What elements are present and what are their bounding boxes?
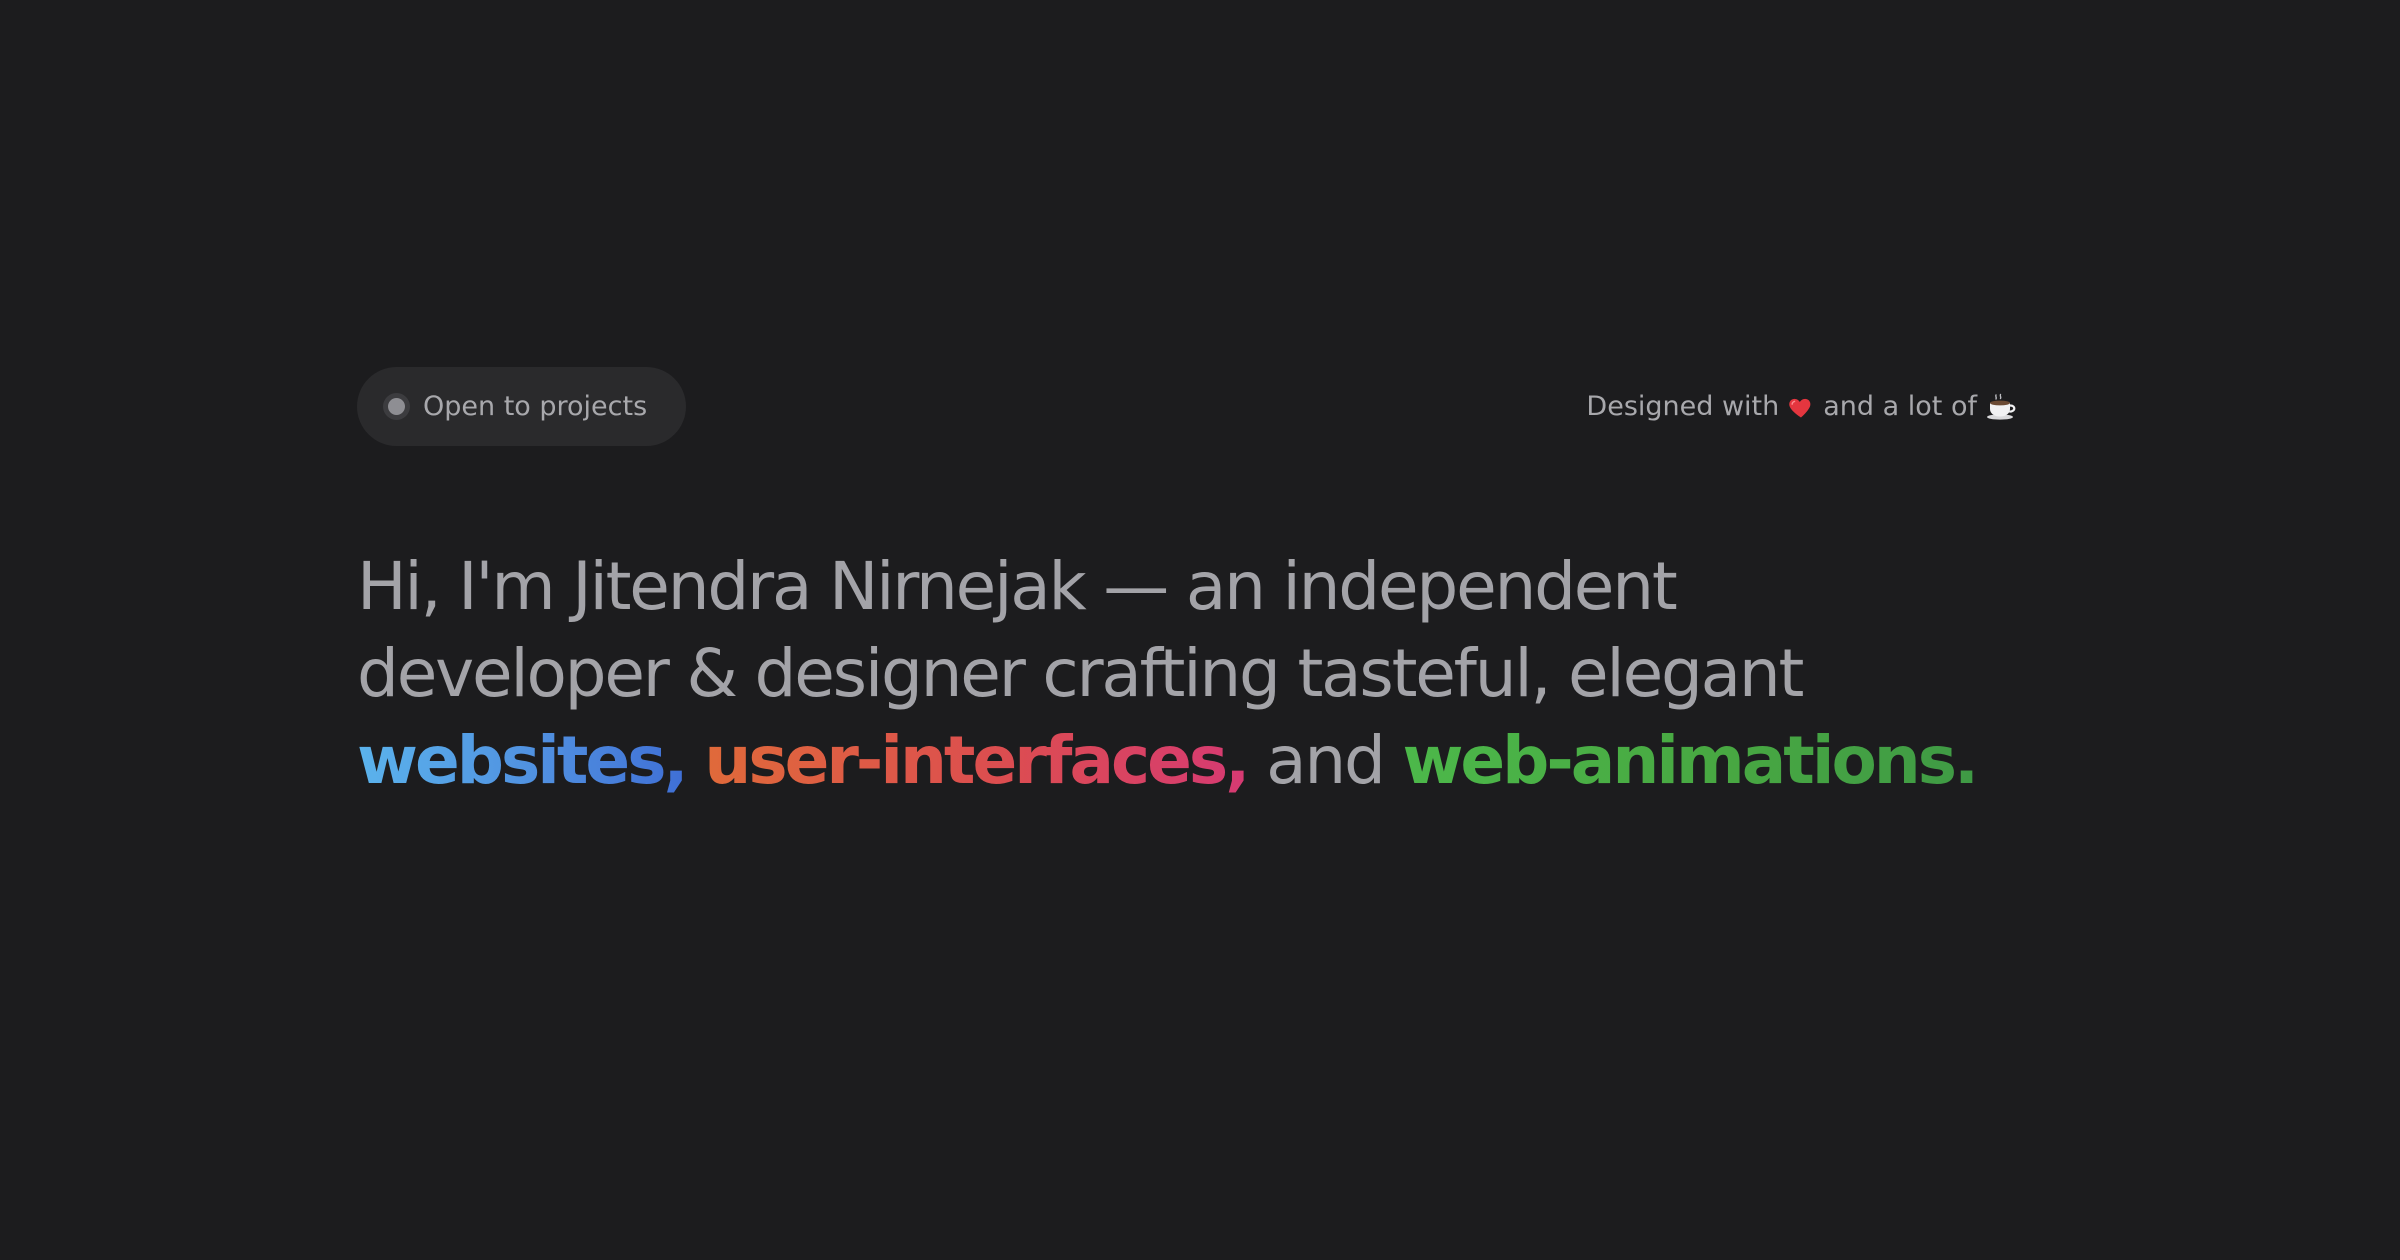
coffee-icon bbox=[1987, 393, 2016, 420]
status-dot-icon bbox=[388, 398, 405, 415]
hero-topbar: Open to projects Designed with and a lot… bbox=[357, 367, 2017, 446]
hero-section: Open to projects Designed with and a lot… bbox=[357, 367, 2017, 848]
highlight-websites: websites, bbox=[357, 722, 689, 799]
headline-connector: and bbox=[1266, 722, 1386, 799]
headline-line-1: Hi, I'm Jitendra Nirnejak — an independe… bbox=[357, 548, 1678, 625]
headline-line-3: websites, user-interfaces, and web-anima… bbox=[357, 717, 2017, 804]
designed-with-credit: Designed with and a lot of bbox=[1586, 391, 2017, 422]
availability-label: Open to projects bbox=[423, 391, 648, 422]
highlight-user-interfaces: user-interfaces, bbox=[704, 722, 1250, 799]
credit-prefix: Designed with bbox=[1586, 391, 1780, 422]
availability-badge[interactable]: Open to projects bbox=[357, 367, 687, 446]
hero-headline: Hi, I'm Jitendra Nirnejak — an independe… bbox=[357, 543, 2017, 804]
credit-middle: and a lot of bbox=[1823, 391, 1977, 422]
heart-icon bbox=[1789, 398, 1811, 417]
headline-line-2: developer & designer crafting tasteful, … bbox=[357, 635, 1804, 712]
highlight-web-animations: web-animations. bbox=[1402, 722, 1979, 799]
